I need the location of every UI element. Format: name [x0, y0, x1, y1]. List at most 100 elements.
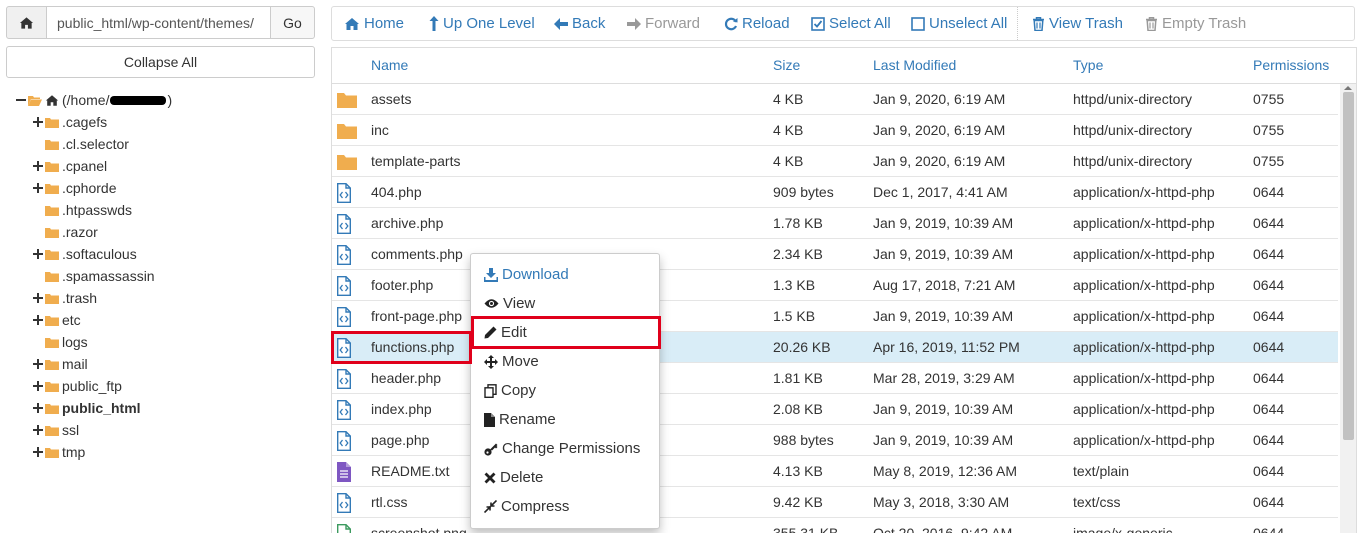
file-name-cell[interactable]: inc — [371, 115, 389, 146]
expand-toggle-icon[interactable] — [33, 315, 43, 325]
folder-icon — [45, 337, 59, 348]
menu-item-change-permissions[interactable]: Change Permissions — [471, 434, 659, 463]
file-name-cell[interactable]: template-parts — [371, 146, 460, 177]
tree-item[interactable]: etc — [33, 309, 81, 331]
tree-item[interactable]: tmp — [33, 441, 85, 463]
vertical-scrollbar[interactable] — [1340, 84, 1356, 533]
file-type-cell: application/x-httpd-php — [1073, 401, 1215, 417]
file-permissions-cell: 0644 — [1253, 494, 1285, 510]
expand-toggle-icon[interactable] — [33, 381, 43, 391]
tree-item[interactable]: .cl.selector — [45, 133, 129, 155]
file-name-cell[interactable]: rtl.css — [371, 487, 408, 518]
tree-item[interactable]: ssl — [33, 419, 79, 441]
empty-trash-button[interactable]: Empty Trash — [1145, 7, 1246, 40]
up-one-level-button[interactable]: Up One Level — [429, 7, 535, 40]
tree-item[interactable]: mail — [33, 353, 88, 375]
tree-item[interactable]: .softaculous — [33, 243, 137, 265]
file-name-cell[interactable]: front-page.php — [371, 301, 462, 332]
menu-item-rename[interactable]: Rename — [471, 405, 659, 434]
column-header-name[interactable]: Name — [371, 48, 408, 83]
scroll-up-icon[interactable] — [1344, 86, 1352, 90]
tree-item[interactable]: logs — [45, 331, 88, 353]
forward-button[interactable]: Forward — [627, 7, 700, 40]
file-name-cell[interactable]: functions.php — [371, 332, 454, 363]
expand-toggle-icon[interactable] — [33, 117, 43, 127]
tree-item[interactable]: .cpanel — [33, 155, 107, 177]
table-row[interactable]: assets 4 KB Jan 9, 2020, 6:19 AM httpd/unix… — [332, 84, 1338, 115]
file-name-cell[interactable]: 404.php — [371, 177, 422, 208]
level-up-icon — [429, 16, 439, 31]
view-trash-button[interactable]: View Trash — [1032, 7, 1123, 40]
menu-item-compress[interactable]: Compress — [471, 492, 659, 521]
menu-item-download[interactable]: Download — [471, 260, 659, 289]
tree-root[interactable]: (/home/) — [16, 89, 172, 111]
tree-item-label: tmp — [62, 444, 86, 460]
tree-item[interactable]: public_html — [33, 397, 141, 419]
expand-toggle-icon[interactable] — [33, 293, 43, 303]
php-file-icon — [337, 183, 351, 203]
table-row[interactable]: archive.php 1.78 KB Jan 9, 2019, 10:39 AM a… — [332, 208, 1338, 239]
tree-item[interactable]: .spamassassin — [45, 265, 155, 287]
go-button[interactable]: Go — [270, 6, 315, 39]
menu-item-delete[interactable]: Delete — [471, 463, 659, 492]
file-name-cell[interactable]: footer.php — [371, 270, 433, 301]
expand-toggle-icon[interactable] — [33, 403, 43, 413]
file-name-cell[interactable]: assets — [371, 84, 411, 115]
column-header-permissions[interactable]: Permissions — [1253, 48, 1329, 83]
expand-toggle-icon[interactable] — [33, 161, 43, 171]
unselect-all-button[interactable]: Unselect All — [911, 7, 1007, 40]
menu-item-view[interactable]: View — [471, 289, 659, 318]
text-file-icon — [337, 462, 351, 482]
file-modified-cell: Aug 17, 2018, 7:21 AM — [873, 277, 1016, 293]
file-name-cell[interactable]: header.php — [371, 363, 441, 394]
column-header-type[interactable]: Type — [1073, 48, 1103, 83]
expand-toggle-icon[interactable] — [33, 183, 43, 193]
folder-icon — [45, 205, 59, 216]
tree-item[interactable]: .cphorde — [33, 177, 116, 199]
select-all-button[interactable]: Select All — [811, 7, 891, 40]
expand-toggle-icon[interactable] — [33, 359, 43, 369]
tree-item[interactable]: .razor — [45, 221, 98, 243]
tree-item-label: .cl.selector — [62, 136, 129, 152]
table-row[interactable]: inc 4 KB Jan 9, 2020, 6:19 AM httpd/unix-di… — [332, 115, 1338, 146]
expand-toggle-icon[interactable] — [33, 249, 43, 259]
menu-label-rename: Rename — [499, 411, 556, 428]
path-input[interactable] — [47, 6, 270, 39]
folder-icon — [45, 249, 59, 260]
tree-item[interactable]: .trash — [33, 287, 97, 309]
table-row[interactable]: 404.php 909 bytes Dec 1, 2017, 4:41 AM appl… — [332, 177, 1338, 208]
checkbox-checked-icon — [811, 16, 825, 31]
menu-item-copy[interactable]: Copy — [471, 376, 659, 405]
menu-item-move[interactable]: Move — [471, 347, 659, 376]
collapse-all-button[interactable]: Collapse All — [6, 46, 315, 78]
column-header-last-modified[interactable]: Last Modified — [873, 48, 956, 83]
reload-icon — [724, 17, 738, 30]
file-name-cell[interactable]: page.php — [371, 425, 429, 456]
tree-item[interactable]: .htpasswds — [45, 199, 132, 221]
file-name-cell[interactable]: screenshot.png — [371, 518, 467, 533]
back-button[interactable]: Back — [554, 7, 605, 40]
expand-toggle-icon[interactable] — [33, 447, 43, 457]
home-path-button[interactable] — [6, 6, 47, 39]
empty-trash-label: Empty Trash — [1162, 15, 1247, 32]
tree-item[interactable]: .cagefs — [33, 111, 107, 133]
tree-item-label: mail — [62, 356, 88, 372]
file-size-cell: 1.5 KB — [773, 308, 816, 324]
file-name-cell[interactable]: comments.php — [371, 239, 463, 270]
home-button[interactable]: Home — [344, 7, 404, 40]
collapse-toggle-icon[interactable] — [16, 95, 26, 105]
file-permissions-cell: 0644 — [1253, 432, 1285, 448]
expand-toggle-icon[interactable] — [33, 425, 43, 435]
scroll-thumb[interactable] — [1343, 92, 1354, 440]
reload-button[interactable]: Reload — [724, 7, 790, 40]
menu-item-edit[interactable]: Edit — [471, 318, 659, 347]
file-name-cell[interactable]: README.txt — [371, 456, 450, 487]
php-file-icon — [337, 276, 351, 296]
tree-item[interactable]: public_ftp — [33, 375, 122, 397]
file-modified-cell: Jan 9, 2020, 6:19 AM — [873, 153, 1006, 169]
file-permissions-cell: 0644 — [1253, 401, 1285, 417]
table-row[interactable]: template-parts 4 KB Jan 9, 2020, 6:19 AM ht… — [332, 146, 1338, 177]
column-header-size[interactable]: Size — [773, 48, 800, 83]
file-name-cell[interactable]: index.php — [371, 394, 432, 425]
file-name-cell[interactable]: archive.php — [371, 208, 443, 239]
